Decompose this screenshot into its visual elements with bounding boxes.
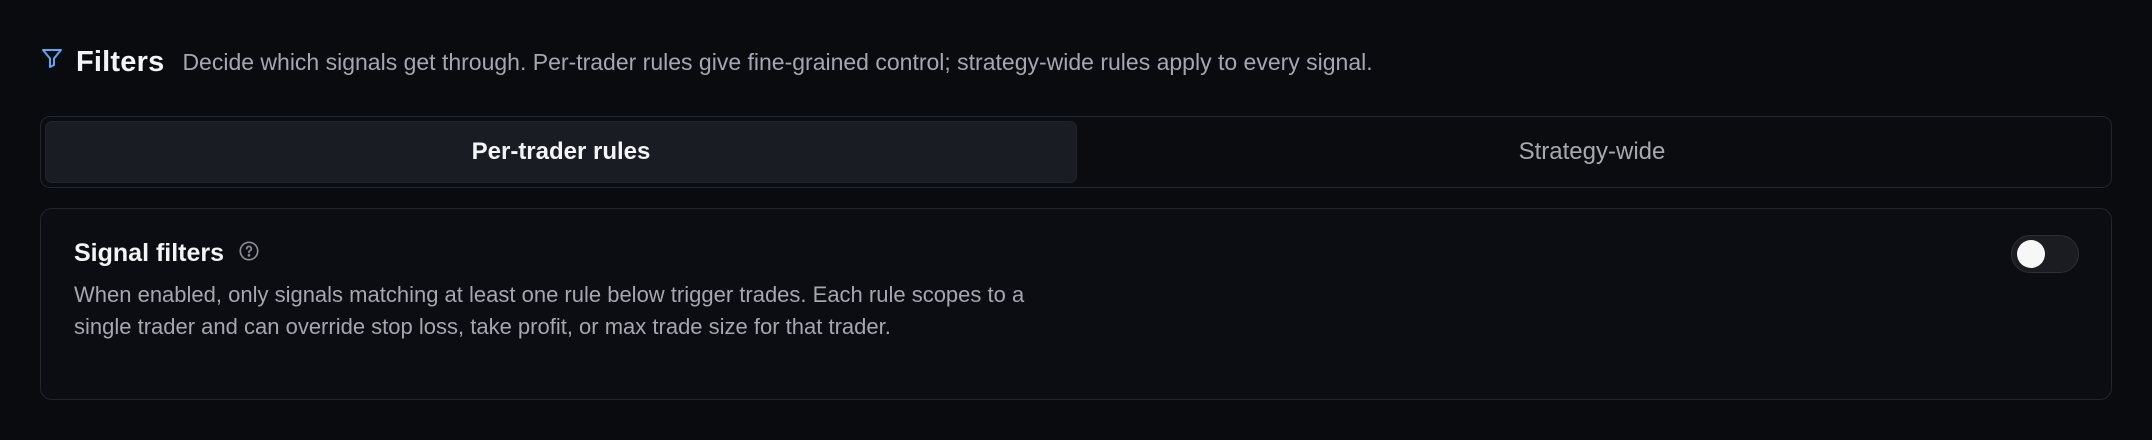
signal-filters-header: Signal filters xyxy=(74,239,260,268)
toggle-knob xyxy=(2017,240,2045,268)
filter-icon xyxy=(40,48,76,75)
help-circle-icon[interactable] xyxy=(224,240,260,267)
tab-per-trader-rules[interactable]: Per-trader rules xyxy=(45,121,1077,183)
page-title: Filters xyxy=(76,45,165,78)
tab-strategy-wide[interactable]: Strategy-wide xyxy=(1077,121,2107,183)
page-subtitle: Decide which signals get through. Per-tr… xyxy=(182,48,1373,75)
signal-filters-title: Signal filters xyxy=(74,239,225,267)
signal-filters-card: Signal filters When enabled, only signal… xyxy=(40,208,2112,400)
signal-filters-description: When enabled, only signals matching at l… xyxy=(74,282,1025,339)
rules-tabs: Per-trader rules Strategy-wide xyxy=(40,116,2112,188)
signal-filters-toggle[interactable] xyxy=(2011,235,2079,273)
filters-header: Filters Decide which signals get through… xyxy=(40,44,1373,80)
